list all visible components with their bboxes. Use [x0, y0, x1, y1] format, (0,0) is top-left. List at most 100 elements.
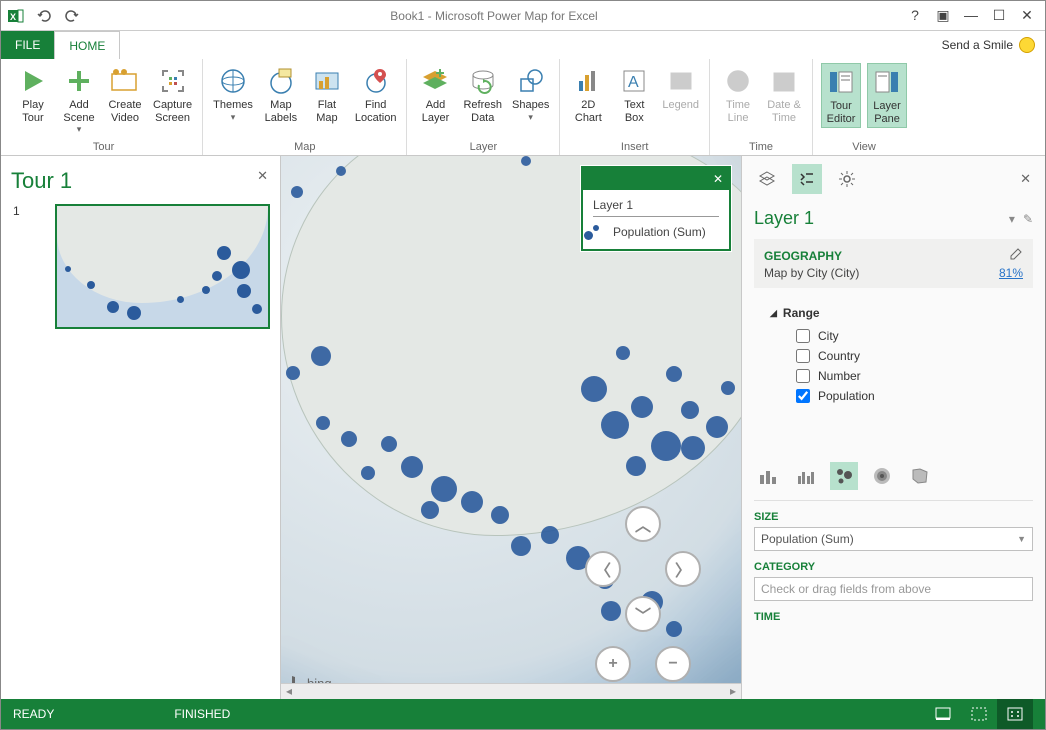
- find-location-icon: [360, 65, 392, 97]
- status-finished: FINISHED: [174, 707, 230, 721]
- viz-bubble-icon[interactable]: [830, 462, 858, 490]
- nav-right-button[interactable]: 〉: [665, 551, 701, 587]
- refresh-icon: [467, 65, 499, 97]
- close-icon[interactable]: ✕: [1017, 7, 1037, 24]
- tour-panel: Tour 1 ✕ 1: [1, 156, 281, 699]
- tour-title: Tour 1: [11, 168, 270, 194]
- field-list: ◢Range City Country Number Population: [754, 296, 1033, 416]
- layer-title: Layer 1: [754, 208, 814, 229]
- group-label-layer: Layer: [415, 141, 551, 153]
- legend-close-icon[interactable]: ✕: [713, 172, 723, 186]
- nav-left-button[interactable]: 〈: [585, 551, 621, 587]
- field-item-population[interactable]: Population: [758, 386, 1029, 406]
- status-view2-icon[interactable]: [961, 699, 997, 729]
- shapes-button[interactable]: Shapes▾: [510, 63, 551, 124]
- field-item-country[interactable]: Country: [758, 346, 1029, 366]
- tab-file[interactable]: FILE: [1, 31, 54, 59]
- timeline-icon: [722, 65, 754, 97]
- tour-editor-icon: [825, 66, 857, 98]
- nav-down-button[interactable]: ﹀: [625, 596, 661, 632]
- tab-home[interactable]: HOME: [54, 31, 120, 59]
- viz-heatmap-icon[interactable]: [868, 462, 896, 490]
- maximize-icon[interactable]: ☐: [989, 7, 1009, 24]
- size-field-dropdown[interactable]: Population (Sum)▼: [754, 527, 1033, 551]
- refresh-data-button[interactable]: Refresh Data: [461, 63, 504, 126]
- visualization-type-row: [754, 456, 1033, 501]
- flat-map-button[interactable]: Flat Map: [307, 63, 347, 126]
- legend-layer-name: Layer 1: [593, 198, 719, 217]
- settings-tab-icon[interactable]: [832, 164, 862, 194]
- viz-clustered-column-icon[interactable]: [792, 462, 820, 490]
- field-checkbox[interactable]: [796, 369, 810, 383]
- category-heading: CATEGORY: [754, 561, 1033, 573]
- size-heading: SIZE: [754, 511, 1033, 523]
- map-canvas[interactable]: ✕ Layer 1 Population (Sum) ︿ 〈 〉 ﹀ + − b…: [281, 156, 741, 699]
- add-scene-icon: [63, 65, 95, 97]
- capture-icon: [157, 65, 189, 97]
- play-icon: [17, 65, 49, 97]
- mapping-confidence[interactable]: 81%: [999, 266, 1023, 280]
- title-bar: X Book1 - Microsoft Power Map for Excel …: [1, 1, 1045, 31]
- text-box-button[interactable]: A Text Box: [614, 63, 654, 126]
- horizontal-scrollbar[interactable]: ◂▸: [281, 683, 741, 699]
- group-label-insert: Insert: [568, 141, 701, 153]
- undo-icon[interactable]: [33, 5, 55, 27]
- layer-collapse-icon[interactable]: ▾: [1009, 212, 1015, 226]
- 2d-chart-button[interactable]: 2D Chart: [568, 63, 608, 126]
- legend-button: Legend: [660, 63, 701, 114]
- group-label-map: Map: [211, 141, 398, 153]
- ribbon: Play Tour Add Scene▾ Create Video Captur…: [1, 59, 1045, 156]
- field-item-city[interactable]: City: [758, 326, 1029, 346]
- field-item-number[interactable]: Number: [758, 366, 1029, 386]
- svg-text:X: X: [10, 12, 16, 22]
- fields-tab-icon[interactable]: [792, 164, 822, 194]
- close-tour-panel-icon[interactable]: ✕: [257, 168, 268, 184]
- viz-stacked-column-icon[interactable]: [754, 462, 782, 490]
- tour-editor-button[interactable]: Tour Editor: [821, 63, 861, 128]
- geography-edit-icon[interactable]: [1009, 247, 1023, 264]
- minimize-icon[interactable]: —: [961, 7, 981, 24]
- field-checkbox[interactable]: [796, 349, 810, 363]
- create-video-button[interactable]: Create Video: [105, 63, 145, 126]
- scene-thumbnail[interactable]: [55, 204, 270, 329]
- group-label-time: Time: [718, 141, 804, 153]
- excel-app-icon: X: [5, 5, 27, 27]
- field-checkbox[interactable]: [796, 389, 810, 403]
- map-labels-button[interactable]: Map Labels: [261, 63, 301, 126]
- send-a-smile[interactable]: Send a Smile: [942, 31, 1045, 59]
- find-location-button[interactable]: Find Location: [353, 63, 399, 126]
- window-title: Book1 - Microsoft Power Map for Excel: [83, 9, 905, 23]
- tab-strip: FILE HOME Send a Smile: [1, 31, 1045, 59]
- category-field-dropzone[interactable]: Check or drag fields from above: [754, 577, 1033, 601]
- field-checkbox[interactable]: [796, 329, 810, 343]
- layer-pane-button[interactable]: Layer Pane: [867, 63, 907, 128]
- close-layer-pane-icon[interactable]: ✕: [1020, 171, 1035, 187]
- map-legend[interactable]: ✕ Layer 1 Population (Sum): [581, 166, 731, 251]
- zoom-out-button[interactable]: −: [655, 646, 691, 682]
- legend-icon: [665, 65, 697, 97]
- status-view3-icon[interactable]: [997, 699, 1033, 729]
- datetime-icon: [768, 65, 800, 97]
- geography-heading: GEOGRAPHY: [764, 249, 842, 263]
- layer-rename-icon[interactable]: ✎: [1023, 212, 1033, 226]
- shapes-icon: [515, 65, 547, 97]
- status-view1-icon[interactable]: [925, 699, 961, 729]
- ribbon-options-icon[interactable]: ▣: [933, 7, 953, 24]
- redo-icon[interactable]: [61, 5, 83, 27]
- layers-tab-icon[interactable]: [752, 164, 782, 194]
- zoom-in-button[interactable]: +: [595, 646, 631, 682]
- map-labels-icon: [265, 65, 297, 97]
- add-layer-button[interactable]: Add Layer: [415, 63, 455, 126]
- add-layer-icon: [419, 65, 451, 97]
- nav-up-button[interactable]: ︿: [625, 506, 661, 542]
- play-tour-button[interactable]: Play Tour: [13, 63, 53, 126]
- help-icon[interactable]: ?: [905, 7, 925, 24]
- layer-pane-icon: [871, 66, 903, 98]
- themes-button[interactable]: Themes▾: [211, 63, 255, 124]
- textbox-icon: A: [618, 65, 650, 97]
- add-scene-button[interactable]: Add Scene▾: [59, 63, 99, 137]
- flat-map-icon: [311, 65, 343, 97]
- viz-region-icon[interactable]: [906, 462, 934, 490]
- status-ready: READY: [13, 707, 54, 721]
- capture-screen-button[interactable]: Capture Screen: [151, 63, 194, 126]
